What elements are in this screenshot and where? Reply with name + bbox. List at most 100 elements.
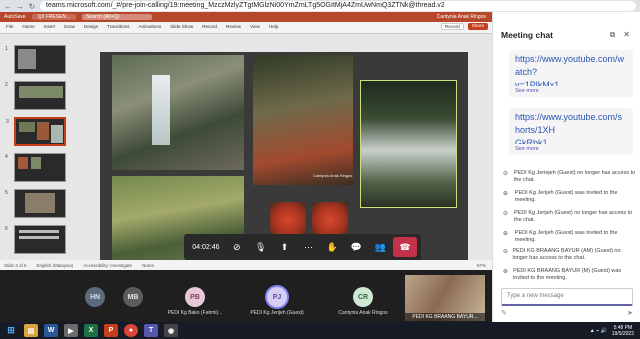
person-left-icon: ⊖ <box>503 249 509 255</box>
participant-name: Cantynia Anak Ringos <box>338 310 388 316</box>
participant-gallery: HN MB PB PEDI Kg Bako (Fahmi)... PJ PEDI… <box>0 270 492 322</box>
teams-icon[interactable]: T <box>144 324 158 337</box>
autosave-toggle[interactable]: AutoSave <box>4 14 26 20</box>
chrome-icon[interactable]: ● <box>124 324 138 337</box>
zoom-level[interactable]: 57% <box>477 263 492 268</box>
browser-toolbar: ← → ↻ teams.microsoft.com/_#/pre-join-ca… <box>0 0 640 12</box>
system-message: ⊕ PEDI Kg Jerijeh (Guest) was invited to … <box>503 230 637 244</box>
participants-icon[interactable]: 👥 <box>369 237 391 257</box>
share-screen-icon[interactable]: ⬆ <box>274 237 296 257</box>
clock[interactable]: 5:48 PM 19/5/2022 <box>612 325 634 337</box>
menu-record[interactable]: Record <box>202 24 217 29</box>
ppt-status-bar: Slide 3 of 6 English (Malaysia) Accessib… <box>0 260 492 270</box>
forward-icon[interactable]: → <box>16 2 24 11</box>
clock-time: 5:48 PM <box>613 324 633 331</box>
slide-number: 2 <box>5 82 8 88</box>
menu-animations[interactable]: Animations <box>139 24 162 29</box>
tray-icons[interactable]: ▲ ⌁ 🔊 <box>590 328 607 334</box>
chat-link-tail[interactable]: GkRbk1... <box>515 137 627 144</box>
system-message: ⊖ PEDI Kg Jeriejeh (Guest) no longer has … <box>503 170 637 184</box>
chat-link[interactable]: https://www.youtube.com/shorts/1XH <box>515 111 627 137</box>
chat-icon[interactable]: 💬 <box>345 237 367 257</box>
start-icon[interactable]: ⊞ <box>4 324 18 337</box>
menu-help[interactable]: Help <box>269 24 278 29</box>
menu-transitions[interactable]: Transitions <box>107 24 129 29</box>
user-name[interactable]: Cantynia Anak Ringos <box>437 14 492 20</box>
participant-name: PEDI KG BRAANG BAYUR... <box>405 313 485 321</box>
search-input[interactable]: Search (Alt+Q) <box>82 14 153 20</box>
slide-thumb-5[interactable]: 5 <box>5 189 66 218</box>
system-message: ⊖ PEDI KG BRAANG BAYUR (AM) (Guest) no lo… <box>503 248 637 262</box>
participant-video-tile[interactable]: PEDI KG BRAANG BAYUR... <box>405 275 485 321</box>
raise-hand-icon[interactable]: ✋ <box>321 237 343 257</box>
person-added-icon: ⊕ <box>503 231 509 237</box>
word-icon[interactable]: W <box>44 324 58 337</box>
more-options-icon[interactable]: ⋯ <box>298 237 320 257</box>
address-bar[interactable]: teams.microsoft.com/_#/pre-join-calling/… <box>40 1 636 11</box>
ppt-menu-bar: File Home Insert Draw Design Transitions… <box>0 22 492 30</box>
slide-thumb-4[interactable]: 4 <box>5 153 66 182</box>
camera-app-icon[interactable]: ◉ <box>164 324 178 337</box>
share-button[interactable]: Share <box>467 22 488 30</box>
menu-slide-show[interactable]: Slide Show <box>170 24 193 29</box>
mic-off-icon[interactable]: 🎙 <box>250 237 272 257</box>
record-button[interactable]: Record <box>440 22 464 30</box>
slide-thumb-6[interactable]: 6 <box>5 225 66 254</box>
powerpoint-icon[interactable]: P <box>104 324 118 337</box>
waterfall-photo <box>360 80 457 208</box>
system-message-text: PEDI KG BRAANG BAYUR (AM) (Guest) no lon… <box>512 248 621 261</box>
format-icon[interactable]: ✎ <box>501 309 507 317</box>
participant-tile[interactable]: MB <box>106 275 160 319</box>
slide-thumb-2[interactable]: 2 <box>5 81 66 110</box>
slide-thumbnails: 1 2 3 4 5 6 <box>0 35 72 260</box>
clock-date: 19/5/2022 <box>611 330 634 337</box>
leave-call-button[interactable]: ☎ <box>393 237 417 257</box>
media-icon[interactable]: ▶ <box>64 324 78 337</box>
popout-icon[interactable]: ⧉ <box>610 30 616 40</box>
explorer-icon[interactable]: ▤ <box>24 324 38 337</box>
slide-thumb-1[interactable]: 1 <box>5 45 66 74</box>
menu-review[interactable]: Review <box>226 24 241 29</box>
person-left-icon: ⊖ <box>503 211 509 217</box>
participant-tile[interactable]: PJ PEDI Kg Jerijeh (Guest) <box>250 275 304 319</box>
chat-message-link[interactable]: https://www.youtube.com/shorts/1XH GkRbk… <box>509 108 633 155</box>
see-more-link[interactable]: See more <box>515 88 627 94</box>
slide-number: 1 <box>5 46 8 52</box>
person-added-icon: ⊕ <box>503 269 509 275</box>
status-language[interactable]: English (Malaysia) <box>37 263 74 268</box>
send-icon[interactable]: ➤ <box>627 309 633 317</box>
camera-off-icon[interactable]: ⊘ <box>226 237 248 257</box>
chat-link[interactable]: https://www.youtube.com/watch? <box>515 53 627 79</box>
menu-draw[interactable]: Draw <box>64 24 75 29</box>
avatar: MB <box>123 287 143 307</box>
menu-design[interactable]: Design <box>84 24 98 29</box>
ribbon <box>0 30 492 34</box>
notes-button[interactable]: Notes <box>142 263 154 268</box>
rafflesia-flower-photo-2 <box>312 202 348 238</box>
see-more-link[interactable]: See more <box>515 146 627 152</box>
chat-title: Meeting chat <box>501 30 553 40</box>
menu-view[interactable]: View <box>250 24 260 29</box>
rafflesia-flower-photo <box>270 202 306 238</box>
participant-tile[interactable]: PB PEDI Kg Bako (Fahmi)... <box>168 275 222 319</box>
menu-file[interactable]: File <box>6 24 13 29</box>
menu-home[interactable]: Home <box>22 24 34 29</box>
menu-insert[interactable]: Insert <box>44 24 56 29</box>
system-message-text: PEDI Kg Jerijeh (Guest) was invited to t… <box>514 190 618 203</box>
participant-tile[interactable]: CR Cantynia Anak Ringos <box>336 275 390 319</box>
chat-link-tail[interactable]: v=1PlkMx1... <box>515 79 627 86</box>
system-message: ⊕ PEDI KG BRAANG BAYUR (M) (Guest) was in… <box>503 268 637 282</box>
excel-icon[interactable]: X <box>84 324 98 337</box>
status-accessibility[interactable]: Accessibility: Investigate <box>83 263 132 268</box>
back-icon[interactable]: ← <box>4 2 12 11</box>
slide-thumb-3[interactable]: 3 <box>6 117 66 146</box>
meeting-chat-panel: Meeting chat ⧉ ✕ https://www.youtube.com… <box>492 12 640 322</box>
chat-message-link[interactable]: https://www.youtube.com/watch? v=1PlkMx1… <box>509 50 633 97</box>
file-name[interactable]: Q3 FRESEN... <box>31 14 77 20</box>
system-tray: ▲ ⌁ 🔊 5:48 PM 19/5/2022 <box>590 325 640 337</box>
reload-icon[interactable]: ↻ <box>28 2 36 11</box>
close-icon[interactable]: ✕ <box>623 30 630 40</box>
message-input[interactable]: Type a new message <box>501 288 633 306</box>
participant-name: PEDI Kg Bako (Fahmi)... <box>167 310 223 316</box>
system-message-text: PEDI Kg Jerijeh (Guest) no longer has ac… <box>513 210 633 223</box>
